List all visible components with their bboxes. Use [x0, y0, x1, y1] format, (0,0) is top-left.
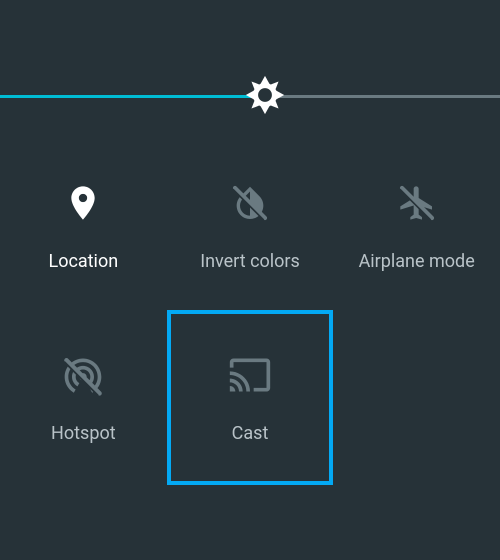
brightness-track-rest: [265, 95, 500, 98]
hotspot-icon: [59, 351, 107, 399]
brightness-track-fill: [0, 95, 265, 98]
tile-invert-colors[interactable]: Invert colors: [167, 140, 334, 310]
brightness-thumb[interactable]: [240, 70, 290, 120]
airplane-icon: [393, 179, 441, 227]
tile-cast[interactable]: Cast: [167, 310, 334, 485]
tile-label: Invert colors: [200, 251, 300, 272]
tile-label: Cast: [232, 423, 269, 444]
quick-tiles-row-2: Hotspot Cast: [0, 310, 500, 485]
cast-icon: [226, 351, 274, 399]
location-icon: [59, 179, 107, 227]
tile-hotspot[interactable]: Hotspot: [0, 310, 167, 485]
tile-label: Location: [49, 251, 119, 272]
tile-location[interactable]: Location: [0, 140, 167, 310]
tile-airplane-mode[interactable]: Airplane mode: [333, 140, 500, 310]
tile-label: Hotspot: [51, 423, 116, 444]
brightness-icon: [242, 72, 288, 118]
invert-colors-icon: [226, 179, 274, 227]
quick-tiles-row-1: Location Invert colors Airplane mode: [0, 140, 500, 310]
brightness-slider-area: [0, 0, 500, 140]
tile-label: Airplane mode: [359, 251, 475, 272]
